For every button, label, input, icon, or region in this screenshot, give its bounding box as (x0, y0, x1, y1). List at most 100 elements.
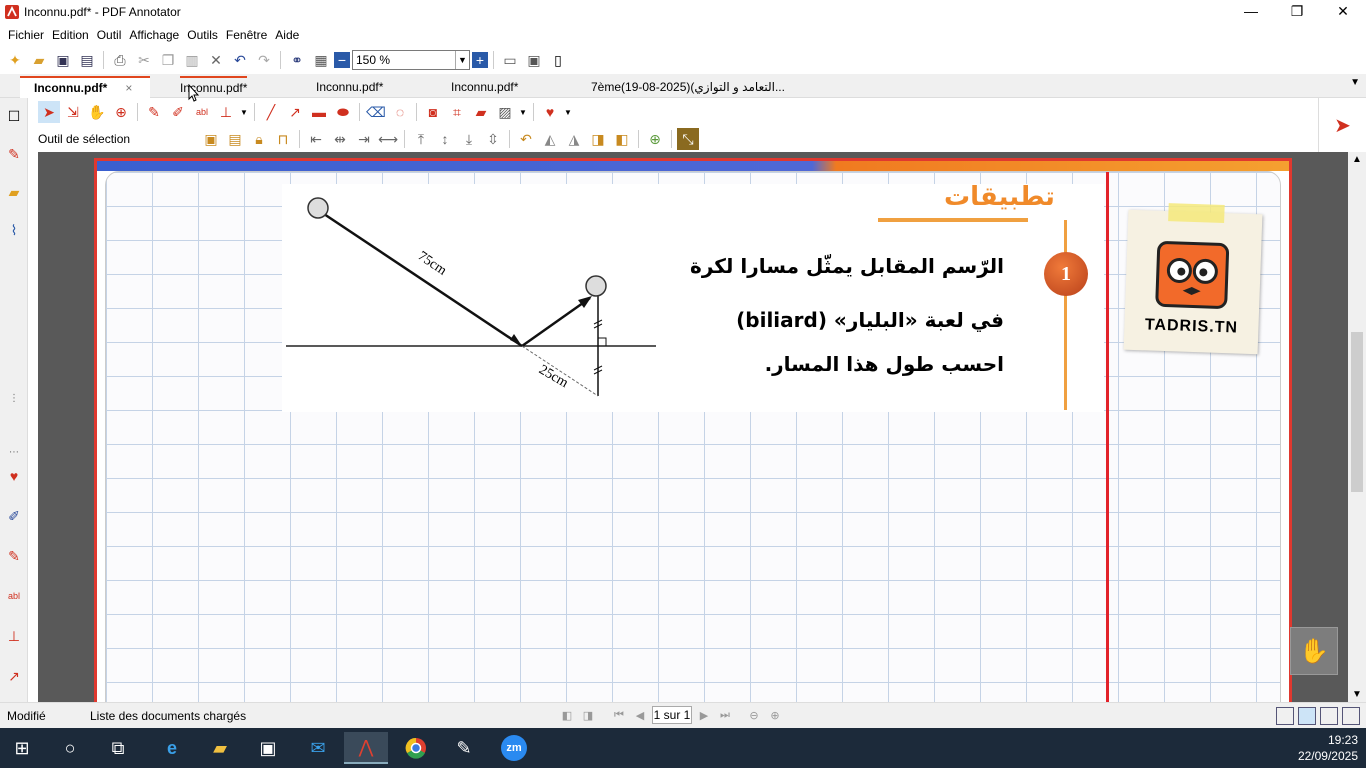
pdf-annotator-taskbar-icon[interactable]: ⋀ (344, 732, 388, 764)
group-icon[interactable]: ▣ (200, 128, 222, 150)
camera-icon[interactable]: ◙ (422, 101, 444, 123)
redo-icon[interactable]: ↷ (253, 49, 275, 71)
page-layout-icon[interactable]: ▦ (310, 49, 332, 71)
whiteboard-app-icon[interactable]: ✎ (442, 732, 486, 764)
chrome-icon[interactable] (394, 732, 438, 764)
copy-icon[interactable]: ❐ (157, 49, 179, 71)
back-icon[interactable]: ⊖ (745, 706, 763, 724)
save-icon[interactable]: ▣ (52, 49, 74, 71)
vertical-scrollbar[interactable]: ▲ ▼ (1348, 152, 1366, 702)
select-tool-icon[interactable]: ➤ (38, 101, 60, 123)
highlighter-icon[interactable]: ✎ (4, 546, 24, 566)
favorites-heart-icon[interactable]: ♥ (539, 101, 561, 123)
rotate-icon[interactable]: ↶ (515, 128, 537, 150)
two-page-view-icon[interactable] (1320, 707, 1338, 725)
stamp-icon[interactable]: ⊥ (215, 101, 237, 123)
history-back-icon[interactable]: ◧ (558, 706, 576, 724)
magnifier-icon[interactable]: ⊕ (110, 101, 132, 123)
rectangle-tool-icon[interactable]: ▬ (308, 101, 330, 123)
forward-icon[interactable]: ⊕ (766, 706, 784, 724)
file-explorer-icon[interactable]: ▰ (198, 732, 242, 764)
chevron-down-icon[interactable]: ▼ (455, 51, 469, 69)
text-tool-icon[interactable]: abl (191, 101, 213, 123)
align-right-icon[interactable]: ⇥ (353, 128, 375, 150)
fit-page-icon[interactable]: ▭ (499, 49, 521, 71)
arrow-tool-icon[interactable]: ↗ (4, 666, 24, 686)
document-viewport[interactable]: 75cm 25cm الرّسم المقابل يمثّل مسارا لكر… (38, 152, 1348, 702)
distribute-vertical-icon[interactable]: ⇳ (482, 128, 504, 150)
scroll-up-icon[interactable]: ▲ (1352, 154, 1362, 165)
resize-icon[interactable]: ⤡ (677, 128, 699, 150)
edge-browser-icon[interactable]: e (150, 732, 194, 764)
close-button[interactable]: ✕ (1320, 0, 1366, 22)
align-bottom-icon[interactable]: ⤓ (458, 128, 480, 150)
arrow-tool-icon[interactable]: ↗ (284, 101, 306, 123)
eraser-icon[interactable]: ⌫ (365, 101, 387, 123)
new-document-icon[interactable]: ✦ (4, 49, 26, 71)
zoom-in-icon[interactable]: + (472, 52, 488, 68)
zoom-select[interactable]: 150 % ▼ (352, 50, 470, 70)
chevron-down-icon[interactable]: ▼ (518, 101, 528, 123)
unlock-icon[interactable]: ⊓ (272, 128, 294, 150)
menu-edition[interactable]: Edition (48, 28, 93, 42)
cursor-preview-icon[interactable]: ➤ (1318, 98, 1366, 152)
select-area-icon[interactable]: ⇲ (62, 101, 84, 123)
align-center-icon[interactable]: ⇹ (329, 128, 351, 150)
highlighter-icon[interactable]: ✐ (167, 101, 189, 123)
align-middle-icon[interactable]: ↕ (434, 128, 456, 150)
tab-7eme[interactable]: 7ème(19-08-2025)(التعامد و التوازي... (591, 76, 785, 98)
line-tool-icon[interactable]: ╱ (260, 101, 282, 123)
hand-tool-icon[interactable]: ✋ (86, 101, 108, 123)
scroll-down-icon[interactable]: ▼ (1352, 689, 1362, 700)
ellipse-tool-icon[interactable]: ⬬ (332, 101, 354, 123)
favorites-heart-icon[interactable]: ♥ (4, 466, 24, 486)
more-icon[interactable]: ⋯ (4, 442, 24, 462)
minimize-button[interactable]: — (1228, 0, 1274, 22)
lasso-icon[interactable]: ◌ (389, 101, 411, 123)
mail-icon[interactable]: ✉ (296, 732, 340, 764)
flip-horizontal-icon[interactable]: ◭ (539, 128, 561, 150)
undo-icon[interactable]: ↶ (229, 49, 251, 71)
single-page-view-icon[interactable] (1276, 707, 1294, 725)
print-icon[interactable]: ⎙ (109, 49, 131, 71)
send-back-icon[interactable]: ◧ (611, 128, 633, 150)
pan-hand-button[interactable]: ✋ (1290, 627, 1338, 675)
first-page-icon[interactable]: ⏮ (610, 706, 628, 724)
pen-tool-icon[interactable]: ✎ (4, 144, 24, 164)
pdf-page[interactable]: 75cm 25cm الرّسم المقابل يمثّل مسارا لكر… (94, 158, 1292, 702)
ruler-icon[interactable]: ▰ (470, 101, 492, 123)
find-binoculars-icon[interactable]: ⚭ (286, 49, 308, 71)
drag-handle-icon[interactable]: ⋮ (4, 388, 24, 408)
folder-icon[interactable]: ▰ (4, 182, 24, 202)
align-top-icon[interactable]: ⤒ (410, 128, 432, 150)
status-document-list[interactable]: Liste des documents chargés (90, 709, 246, 723)
tab-inconnu-3[interactable]: Inconnu.pdf* (316, 76, 383, 98)
search-icon[interactable]: ○ (48, 732, 92, 764)
continuous-view-icon[interactable] (1298, 707, 1316, 725)
fit-width-icon[interactable]: ▣ (523, 49, 545, 71)
tab-close-icon[interactable]: × (125, 81, 132, 95)
menu-affichage[interactable]: Affichage (125, 28, 183, 42)
open-folder-icon[interactable]: ▰ (28, 49, 50, 71)
cut-icon[interactable]: ✂ (133, 49, 155, 71)
distribute-horizontal-icon[interactable]: ⟷ (377, 128, 399, 150)
chevron-down-icon[interactable]: ▼ (239, 101, 249, 123)
menu-fenetre[interactable]: Fenêtre (222, 28, 271, 42)
page-number-input[interactable]: 1 sur 1 (652, 706, 692, 724)
two-page-continuous-view-icon[interactable] (1342, 707, 1360, 725)
text-box-icon[interactable]: abl (4, 586, 24, 606)
paste-icon[interactable]: ▥ (181, 49, 203, 71)
bring-front-icon[interactable]: ◨ (587, 128, 609, 150)
tab-inconnu-1[interactable]: Inconnu.pdf* × (20, 76, 150, 98)
previous-page-icon[interactable]: ◀ (631, 706, 649, 724)
menu-outils[interactable]: Outils (183, 28, 222, 42)
next-page-icon[interactable]: ▶ (695, 706, 713, 724)
system-clock[interactable]: 19:23 22/09/2025 (1298, 732, 1358, 764)
menu-fichier[interactable]: Fichier (4, 28, 48, 42)
history-forward-icon[interactable]: ◨ (579, 706, 597, 724)
chevron-down-icon[interactable]: ▼ (563, 101, 573, 123)
save-as-icon[interactable]: ▤ (76, 49, 98, 71)
delete-icon[interactable]: ✕ (205, 49, 227, 71)
tab-inconnu-4[interactable]: Inconnu.pdf* (451, 76, 518, 98)
ungroup-icon[interactable]: ▤ (224, 128, 246, 150)
